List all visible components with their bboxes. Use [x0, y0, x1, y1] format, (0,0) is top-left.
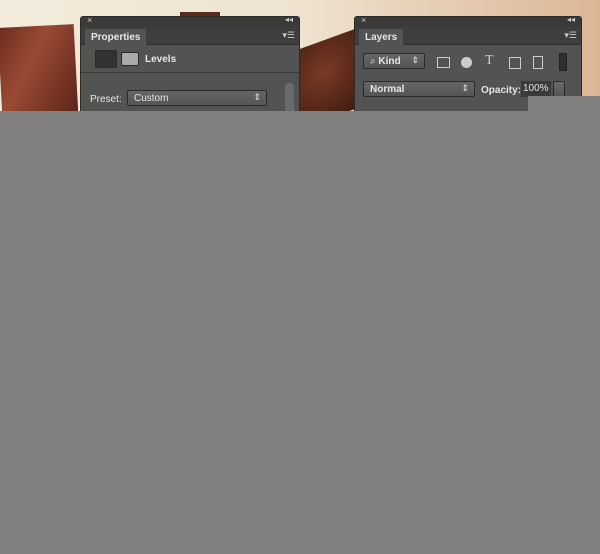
filter-toggle[interactable]	[559, 53, 567, 71]
mask-icon[interactable]	[121, 52, 139, 66]
smart-object-filter-icon[interactable]	[533, 56, 543, 69]
opacity-input[interactable]: 100%	[521, 81, 551, 97]
preset-label: Preset:	[90, 94, 122, 105]
preset-select[interactable]: Custom ⇕	[127, 90, 267, 106]
type-filter-icon[interactable]: T	[485, 53, 494, 69]
adjustment-title: Levels	[145, 54, 177, 65]
tab-properties[interactable]: Properties	[85, 29, 147, 46]
blend-mode-select[interactable]: Normal ⇕	[363, 81, 475, 97]
collapse-icon[interactable]: ◂◂	[285, 15, 293, 24]
properties-panel: × ◂◂ Properties ▾☰ Levels Preset: Custom ⇕	[80, 15, 300, 126]
opacity-label: Opacity:	[481, 85, 522, 96]
collapse-icon[interactable]: ◂◂	[567, 15, 575, 24]
close-icon[interactable]: ×	[361, 15, 366, 25]
levels-histogram-icon[interactable]	[95, 50, 117, 68]
image-filter-icon[interactable]	[437, 57, 450, 68]
opacity-dropdown-button[interactable]	[553, 81, 565, 97]
shape-filter-icon[interactable]	[509, 57, 521, 69]
close-icon[interactable]: ×	[87, 15, 92, 25]
background-photo-fragment	[0, 24, 79, 118]
adjustment-filter-icon[interactable]	[461, 57, 472, 68]
panel-menu-icon[interactable]: ▾☰	[282, 30, 295, 41]
tab-layers[interactable]: Layers	[359, 29, 404, 46]
search-icon: ⌕	[370, 56, 376, 67]
redacted-overlay	[528, 96, 600, 112]
filter-kind-select[interactable]: ⌕ Kind ⇕	[363, 53, 425, 69]
redacted-overlay	[0, 111, 600, 554]
panel-menu-icon[interactable]: ▾☰	[564, 30, 577, 41]
